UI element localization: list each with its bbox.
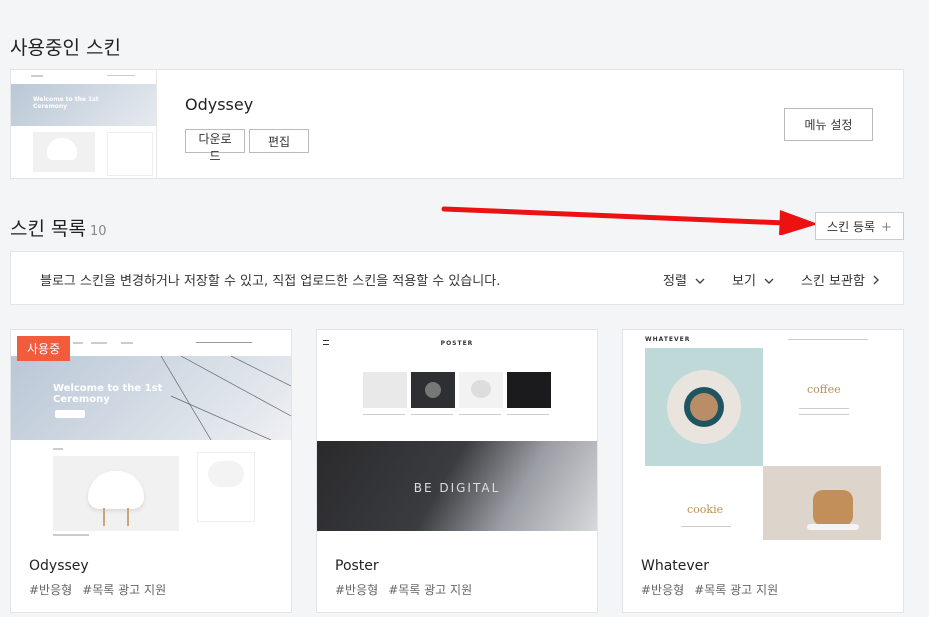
thumb-banner: BE DIGITAL	[317, 441, 597, 531]
skin-count: 10	[89, 224, 107, 239]
skin-tags: #반응형 #목록 광고 지원	[335, 581, 482, 598]
chevron-down-icon	[764, 278, 774, 284]
thumb-word-coffee: coffee	[807, 383, 841, 396]
edit-button[interactable]: 편집	[249, 129, 309, 153]
tag: #반응형	[29, 583, 73, 597]
skin-tags: #반응형 #목록 광고 지원	[641, 581, 788, 598]
tag: #목록 광고 지원	[694, 583, 779, 597]
skin-card-poster[interactable]: POSTER BE DIGITAL Poster #반응형 #목록 광고 지원	[316, 329, 598, 613]
skin-thumbnail[interactable]: 사용중 Welcome to the 1st Ceremony	[11, 330, 291, 540]
skin-name: Whatever	[641, 558, 710, 574]
skin-list-title-text: 스킨 목록	[10, 218, 86, 240]
chevron-right-icon	[873, 275, 880, 285]
menu-settings-button[interactable]: 메뉴 설정	[784, 108, 873, 141]
annotation-arrow	[441, 206, 818, 235]
thumb-cookie-image	[763, 466, 881, 540]
skin-name: Poster	[335, 558, 379, 574]
skin-name: Odyssey	[29, 558, 89, 574]
info-bar: 블로그 스킨을 변경하거나 저장할 수 있고, 직접 업로드한 스킨을 적용할 …	[10, 251, 904, 305]
view-label: 보기	[732, 274, 756, 289]
thumb-coffee-image	[645, 348, 763, 466]
thumb-hero-title: Welcome to the 1st Ceremony	[53, 383, 163, 405]
thumb-side-widget	[197, 452, 255, 522]
sort-label: 정렬	[663, 274, 687, 289]
download-button[interactable]: 다운로드	[185, 129, 245, 163]
skin-thumbnail[interactable]: WHATEVER coffee cookie	[623, 330, 903, 540]
current-skin-title: 사용중인 스킨	[10, 37, 121, 59]
sort-dropdown[interactable]: 정렬	[663, 270, 705, 289]
current-skin-name: Odyssey	[185, 95, 254, 114]
thumb-logo: WHATEVER	[645, 336, 691, 343]
register-skin-button[interactable]: 스킨 등록 +	[815, 212, 904, 240]
skin-tags: #반응형 #목록 광고 지원	[29, 581, 176, 598]
view-dropdown[interactable]: 보기	[732, 270, 774, 289]
skin-card-odyssey[interactable]: 사용중 Welcome to the 1st Ceremony Odyssey #…	[10, 329, 292, 613]
thumb-word-cookie: cookie	[687, 503, 724, 516]
thumb-hero: Welcome to the 1st Ceremony	[11, 356, 291, 440]
skin-storage-label: 스킨 보관함	[801, 274, 865, 289]
tag: #반응형	[335, 583, 379, 597]
tag: #반응형	[641, 583, 685, 597]
skin-list-title: 스킨 목록 10	[10, 214, 107, 241]
chevron-down-icon	[695, 278, 705, 284]
tag: #목록 광고 지원	[388, 583, 473, 597]
current-skin-thumbnail[interactable]: Welcome to the 1st Ceremony	[11, 70, 157, 178]
tag: #목록 광고 지원	[82, 583, 167, 597]
thumb-banner-text: BE DIGITAL	[413, 481, 501, 495]
thumb-logo: POSTER	[440, 340, 474, 347]
in-use-badge: 사용중	[17, 336, 71, 361]
plus-icon: +	[881, 219, 892, 235]
mini-hero-text: Welcome to the 1st Ceremony	[33, 96, 99, 110]
info-text: 블로그 스킨을 변경하거나 저장할 수 있고, 직접 업로드한 스킨을 적용할 …	[40, 274, 501, 289]
skin-thumbnail[interactable]: POSTER BE DIGITAL	[317, 330, 597, 540]
thumb-chair-image	[53, 456, 179, 531]
skin-card-whatever[interactable]: WHATEVER coffee cookie Whatever #반응형 #목록 …	[622, 329, 904, 613]
skin-storage-link[interactable]: 스킨 보관함	[801, 270, 880, 289]
register-skin-label: 스킨 등록	[827, 219, 876, 234]
current-skin-panel: Welcome to the 1st Ceremony Odyssey 다운로드 …	[10, 69, 904, 179]
